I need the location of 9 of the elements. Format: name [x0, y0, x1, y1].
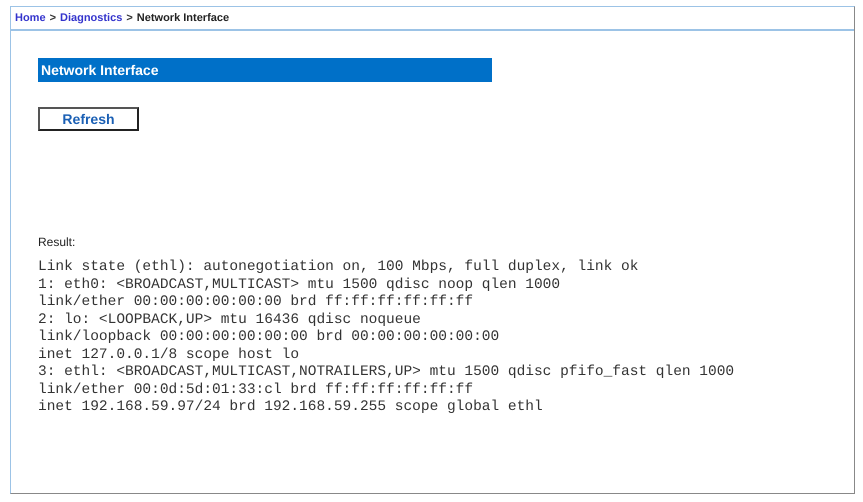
breadcrumb-separator: > [126, 10, 133, 26]
breadcrumb-current: Network Interface [136, 10, 230, 26]
result-label: Result: [38, 234, 76, 251]
breadcrumb-separator: > [50, 10, 56, 26]
breadcrumb-link[interactable]: Home [15, 10, 46, 26]
section-title: Network Interface [38, 58, 492, 82]
breadcrumb-link[interactable]: Diagnostics [60, 10, 122, 26]
command-output: Link state (ethl): autonegotiation on, 100 Mbps, full duplex, link ok 1: eth0: <BROADCAST,MULTICAST> mtu 1500 qdisc noop qlen 1000 link/ether 00:00:00:00:00:00 brd ff:ff:ff:ff:ff:ff 2: lo: <LOOPBACK,UP> mtu 16436 qdisc noqueue link/loopback 00:00:00:00:00:00 brd 00:00:00:00:00:00 inet 127.0.0.1/8 scope host lo 3: ethl: <BROADCAST,MULTICAST,NOTRAILERS,UP> mtu 1500 qdisc pfifo_fast qlen 1000 link/ether 00:0d:5d:01:33:cl brd ff:ff:ff:ff:ff:ff inet 192.168.59.97/24 brd 192.168.59.255 scope global ethl [38, 259, 734, 416]
refresh-button[interactable]: Refresh [38, 107, 139, 131]
